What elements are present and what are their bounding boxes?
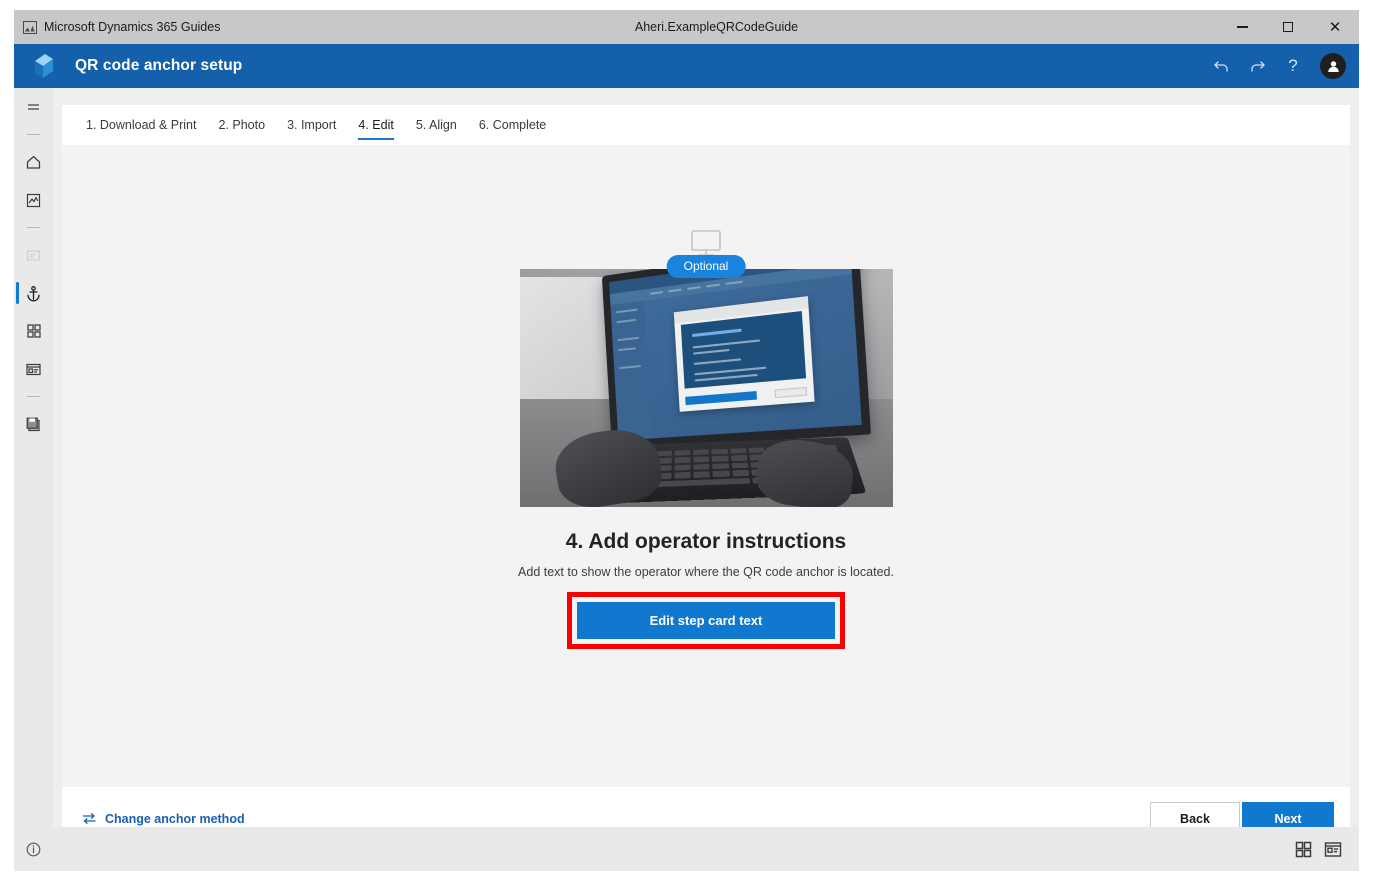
- window-title-bar: Microsoft Dynamics 365 Guides Aheri.Exam…: [14, 10, 1359, 44]
- status-badge: Optional: [667, 255, 746, 278]
- sidebar-divider-3: [27, 396, 40, 397]
- tab-align[interactable]: 5. Align: [405, 105, 468, 145]
- sidebar-item-assets[interactable]: [14, 312, 53, 350]
- redo-icon[interactable]: [1240, 49, 1274, 83]
- app-window: Microsoft Dynamics 365 Guides Aheri.Exam…: [0, 0, 1373, 882]
- page-title: QR code anchor setup: [75, 57, 242, 75]
- tab-edit[interactable]: 4. Edit: [347, 105, 404, 145]
- sidebar-item-save[interactable]: [14, 405, 53, 443]
- edit-step-card-text-button[interactable]: Edit step card text: [577, 602, 835, 639]
- instruction-photo-wrap: Optional: [520, 269, 893, 507]
- dynamics-guides-logo: [31, 52, 61, 80]
- change-anchor-method-label: Change anchor method: [105, 812, 245, 826]
- close-icon: ✕: [1329, 20, 1342, 35]
- wizard-tabs: 1. Download & Print 2. Photo 3. Import 4…: [62, 105, 1350, 145]
- step-description: Add text to show the operator where the …: [491, 563, 921, 581]
- sidebar-item-steps[interactable]: [14, 236, 53, 274]
- info-icon[interactable]: [14, 841, 53, 858]
- step-card: Optional 4. Add operator instructions Ad…: [62, 145, 1350, 850]
- step-stage: Optional 4. Add operator instructions Ad…: [62, 145, 1350, 785]
- desktop-monitor-icon: [689, 228, 723, 258]
- step-heading: 4. Add operator instructions: [566, 530, 846, 554]
- left-sidebar: [14, 88, 53, 867]
- close-button[interactable]: ✕: [1311, 10, 1359, 44]
- app-name-label: Microsoft Dynamics 365 Guides: [44, 20, 220, 34]
- maximize-icon: [1283, 22, 1293, 32]
- picture-icon: [23, 21, 37, 34]
- swap-arrows-icon: [82, 812, 97, 825]
- help-glyph: ?: [1288, 56, 1297, 76]
- view-toggles: [1294, 840, 1359, 859]
- sidebar-divider-2: [27, 227, 40, 228]
- sidebar-item-home[interactable]: [14, 143, 53, 181]
- detail-view-icon[interactable]: [1323, 840, 1343, 859]
- undo-icon[interactable]: [1204, 49, 1238, 83]
- app-header: QR code anchor setup ?: [14, 44, 1359, 88]
- tab-import[interactable]: 3. Import: [276, 105, 347, 145]
- change-anchor-method-link[interactable]: Change anchor method: [82, 812, 245, 826]
- status-bar: [14, 827, 1359, 871]
- help-icon[interactable]: ?: [1276, 49, 1310, 83]
- tab-complete[interactable]: 6. Complete: [468, 105, 557, 145]
- sidebar-item-anchor[interactable]: [14, 274, 53, 312]
- content-panel: 1. Download & Print 2. Photo 3. Import 4…: [53, 88, 1359, 867]
- window-controls: ✕: [1219, 10, 1359, 44]
- sidebar-divider: [27, 134, 40, 135]
- header-actions: ?: [1204, 49, 1359, 83]
- cta-holder: Edit step card text: [577, 602, 835, 639]
- minimize-icon: [1237, 26, 1248, 27]
- account-avatar[interactable]: [1320, 53, 1346, 79]
- minimize-button[interactable]: [1219, 10, 1265, 44]
- sidebar-item-media[interactable]: [14, 181, 53, 219]
- tab-download-print[interactable]: 1. Download & Print: [75, 105, 207, 145]
- instruction-photo: [520, 269, 893, 507]
- maximize-button[interactable]: [1265, 10, 1311, 44]
- tab-photo[interactable]: 2. Photo: [207, 105, 276, 145]
- sidebar-item-step-card[interactable]: [14, 350, 53, 388]
- document-title: Aheri.ExampleQRCodeGuide: [214, 20, 1219, 34]
- sidebar-item-menu[interactable]: [14, 88, 53, 126]
- grid-view-icon[interactable]: [1294, 840, 1313, 859]
